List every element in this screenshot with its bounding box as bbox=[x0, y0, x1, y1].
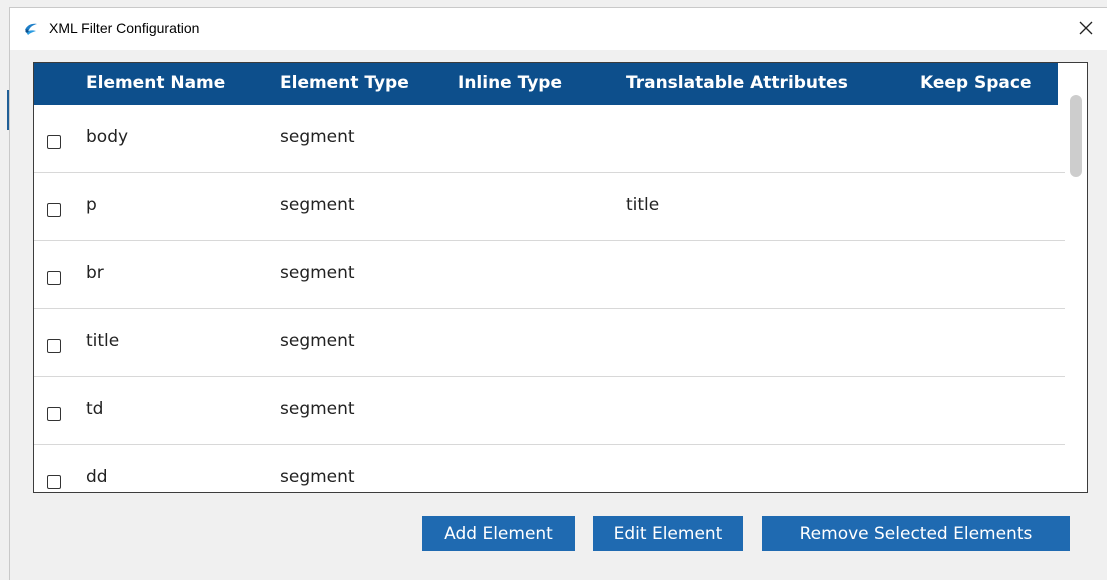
edit-element-button[interactable]: Edit Element bbox=[593, 516, 743, 551]
table-row[interactable]: dd segment bbox=[34, 445, 1068, 492]
element-name-cell: br bbox=[86, 263, 104, 283]
focus-accent bbox=[7, 90, 9, 130]
elements-table: Element Name Element Type Inline Type Tr… bbox=[33, 62, 1088, 493]
column-header-inline-type[interactable]: Inline Type bbox=[458, 73, 562, 93]
translatable-attributes-cell: title bbox=[626, 195, 660, 215]
element-name-cell: dd bbox=[86, 467, 108, 487]
column-header-keep-space[interactable]: Keep Space bbox=[920, 73, 1032, 93]
title-bar: XML Filter Configuration bbox=[10, 8, 1107, 50]
element-type-cell: segment bbox=[280, 263, 355, 283]
element-name-cell: title bbox=[86, 331, 120, 351]
element-name-cell: p bbox=[86, 195, 97, 215]
row-checkbox[interactable] bbox=[47, 339, 61, 353]
window-title: XML Filter Configuration bbox=[49, 20, 200, 36]
table-row[interactable]: body segment bbox=[34, 105, 1068, 173]
table-body: body segment p segment title br segment bbox=[34, 105, 1068, 492]
scrollbar-thumb[interactable] bbox=[1070, 95, 1082, 177]
close-icon bbox=[1079, 20, 1093, 39]
vertical-scrollbar[interactable] bbox=[1065, 63, 1087, 492]
table-row[interactable]: td segment bbox=[34, 377, 1068, 445]
table-header: Element Name Element Type Inline Type Tr… bbox=[34, 63, 1058, 105]
table-row[interactable]: title segment bbox=[34, 309, 1068, 377]
element-type-cell: segment bbox=[280, 127, 355, 147]
dialog-window: XML Filter Configuration Element Name El… bbox=[7, 7, 1107, 580]
close-button[interactable] bbox=[1071, 14, 1101, 44]
table-row[interactable]: p segment title bbox=[34, 173, 1068, 241]
element-type-cell: segment bbox=[280, 399, 355, 419]
element-type-cell: segment bbox=[280, 331, 355, 351]
row-checkbox[interactable] bbox=[47, 271, 61, 285]
row-checkbox[interactable] bbox=[47, 407, 61, 421]
column-header-element-name[interactable]: Element Name bbox=[86, 73, 225, 93]
element-type-cell: segment bbox=[280, 195, 355, 215]
add-element-button[interactable]: Add Element bbox=[422, 516, 575, 551]
remove-selected-elements-button[interactable]: Remove Selected Elements bbox=[762, 516, 1070, 551]
element-name-cell: td bbox=[86, 399, 104, 419]
row-checkbox[interactable] bbox=[47, 203, 61, 217]
row-checkbox[interactable] bbox=[47, 135, 61, 149]
app-logo-icon bbox=[23, 21, 39, 37]
row-checkbox[interactable] bbox=[47, 475, 61, 489]
column-header-translatable-attributes[interactable]: Translatable Attributes bbox=[626, 73, 848, 93]
column-header-element-type[interactable]: Element Type bbox=[280, 73, 409, 93]
element-name-cell: body bbox=[86, 127, 129, 147]
table-row[interactable]: br segment bbox=[34, 241, 1068, 309]
element-type-cell: segment bbox=[280, 467, 355, 487]
